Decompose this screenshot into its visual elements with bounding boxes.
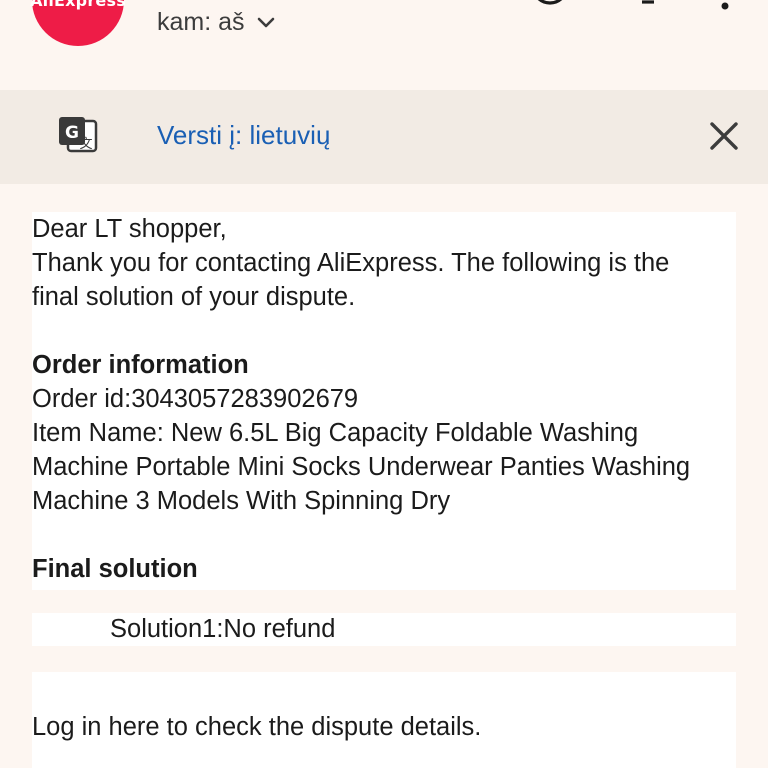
order-id: Order id:3043057283902679: [32, 385, 359, 413]
item-name-line: Item Name: New 6.5L Big Capacity Foldabl…: [32, 419, 639, 447]
email-header: AliExpress kam: aš: [0, 0, 768, 90]
recipient-label: kam: aš: [157, 8, 245, 36]
intro-line: Thank you for contacting AliExpress. The…: [32, 249, 670, 277]
login-section: Log in here to check the dispute details…: [32, 672, 736, 768]
solution-text: Solution1:No refund: [110, 615, 336, 643]
email-body: Dear LT shopper, Thank you for contactin…: [32, 212, 736, 590]
recipient-row[interactable]: kam: aš: [157, 8, 275, 37]
final-solution-heading: Final solution: [32, 555, 198, 583]
sender-avatar[interactable]: AliExpress: [30, 0, 126, 46]
chevron-down-icon[interactable]: [257, 17, 275, 29]
translate-bar: G 文 Versti į: lietuvių: [0, 90, 768, 184]
svg-text:文: 文: [79, 137, 92, 152]
translate-link[interactable]: Versti į: lietuvių: [157, 120, 330, 151]
close-icon[interactable]: [706, 118, 742, 159]
order-info-heading: Order information: [32, 351, 249, 379]
login-link[interactable]: Log in here to check the dispute details…: [32, 710, 481, 744]
solution-row: Solution1:No refund: [32, 613, 736, 646]
emoji-icon[interactable]: [528, 0, 572, 19]
greeting: Dear LT shopper,: [32, 215, 227, 243]
translate-icon: G 文: [56, 115, 100, 160]
item-name-line: Machine Portable Mini Socks Underwear Pa…: [32, 453, 691, 481]
more-icon[interactable]: [718, 0, 732, 17]
aliexpress-logo: AliExpress: [30, 0, 126, 10]
svg-text:G: G: [65, 123, 79, 143]
item-name-line: Machine 3 Models With Spinning Dry: [32, 487, 451, 515]
email-text: Dear LT shopper, Thank you for contactin…: [32, 212, 736, 586]
intro-line: final solution of your dispute.: [32, 283, 356, 311]
reply-icon[interactable]: [640, 0, 670, 19]
